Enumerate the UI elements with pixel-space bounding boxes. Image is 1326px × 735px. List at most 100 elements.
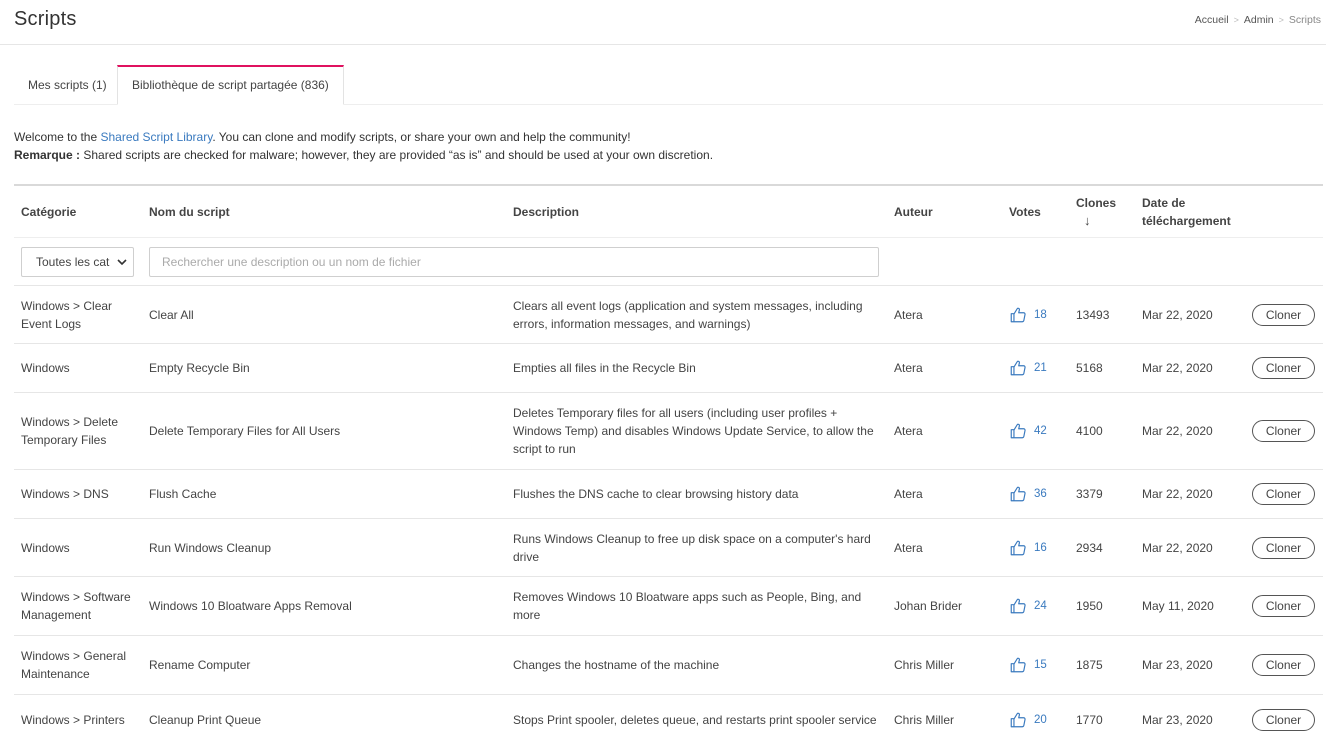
cell-date: Mar 22, 2020 — [1142, 424, 1213, 438]
vote-count: 36 — [1034, 488, 1047, 500]
intro-text: Welcome to the Shared Script Library. Yo… — [14, 128, 713, 164]
vote-count: 15 — [1034, 659, 1047, 671]
breadcrumb-home[interactable]: Accueil — [1195, 14, 1229, 26]
tab-my-scripts[interactable]: Mes scripts (1) — [14, 65, 121, 105]
table-row: Windows > Software Management Windows 10 … — [14, 577, 1323, 636]
intro-welcome-post: . You can clone and modify scripts, or s… — [212, 130, 631, 144]
vote-button[interactable]: 20 — [1009, 711, 1047, 729]
header-category[interactable]: Catégorie — [21, 205, 76, 219]
clone-cell: Cloner — [1252, 357, 1315, 379]
cell-clones: 13493 — [1076, 307, 1110, 322]
vote-count: 21 — [1034, 362, 1047, 374]
sort-arrow-icon: ↓ — [1084, 213, 1091, 228]
table-row: Windows Empty Recycle Bin Empties all file… — [14, 344, 1323, 393]
thumbs-up-icon — [1010, 486, 1026, 502]
clone-button[interactable]: Cloner — [1252, 420, 1315, 442]
vote-button[interactable]: 36 — [1009, 485, 1047, 503]
cell-date: Mar 23, 2020 — [1142, 658, 1213, 672]
cell-author: Chris Miller — [894, 658, 954, 672]
cell-author: Atera — [894, 424, 923, 438]
vote-button[interactable]: 16 — [1009, 539, 1047, 557]
cell-script-name: Empty Recycle Bin — [149, 361, 250, 375]
thumbs-up-icon — [1010, 540, 1026, 555]
cell-category: Windows > Printers — [21, 712, 125, 727]
cell-date: Mar 22, 2020 — [1142, 307, 1213, 322]
cell-author: Chris Miller — [894, 712, 954, 727]
vote-button[interactable]: 24 — [1009, 597, 1047, 615]
cell-category: Windows > General Maintenance — [21, 649, 127, 681]
tab-bar: Mes scripts (1) Bibliothèque de script p… — [14, 65, 1323, 105]
thumbs-up-icon — [1010, 360, 1026, 376]
breadcrumb-separator-icon: > — [1233, 15, 1239, 25]
intro-welcome-pre: Welcome to the — [14, 130, 101, 144]
category-filter-value: Toutes les cat — [36, 255, 110, 269]
header-name[interactable]: Nom du script — [149, 205, 230, 219]
header-author[interactable]: Auteur — [894, 205, 933, 219]
cell-date: Mar 23, 2020 — [1142, 712, 1213, 727]
clone-button[interactable]: Cloner — [1252, 303, 1315, 326]
intro-welcome: Welcome to the Shared Script Library. Yo… — [14, 128, 713, 146]
cell-script-name: Delete Temporary Files for All Users — [149, 424, 341, 438]
cell-date: May 11, 2020 — [1142, 599, 1214, 613]
cell-clones: 4100 — [1076, 424, 1103, 438]
category-filter-select[interactable]: Toutes les cat — [21, 247, 134, 277]
cell-description: Empties all files in the Recycle Bin — [513, 361, 696, 375]
cell-date: Mar 22, 2020 — [1142, 540, 1213, 555]
cell-clones: 1875 — [1076, 658, 1103, 672]
breadcrumb-separator-icon: > — [1278, 15, 1284, 25]
cell-date: Mar 22, 2020 — [1142, 487, 1213, 501]
table-body: Windows > Clear Event Logs Clear All Clear… — [14, 286, 1323, 735]
clone-button[interactable]: Cloner — [1252, 536, 1315, 559]
vote-button[interactable]: 15 — [1009, 656, 1047, 674]
table-row: Windows > Printers Cleanup Print Queue Sto… — [14, 695, 1323, 735]
cell-description: Clears all event logs (application and s… — [513, 298, 863, 331]
table-row: Windows > Delete Temporary Files Delete T… — [14, 393, 1323, 470]
cell-author: Atera — [894, 307, 923, 322]
filter-row: Toutes les cat — [14, 238, 1323, 286]
table-row: Windows > DNS Flush Cache Flushes the DNS … — [14, 470, 1323, 519]
clone-cell: Cloner — [1252, 595, 1315, 617]
clone-button[interactable]: Cloner — [1252, 357, 1315, 379]
vote-button[interactable]: 42 — [1009, 422, 1047, 440]
search-input[interactable] — [149, 247, 879, 277]
vote-count: 20 — [1034, 713, 1047, 726]
cell-script-name: Windows 10 Bloatware Apps Removal — [149, 599, 352, 613]
vote-count: 42 — [1034, 425, 1047, 437]
tab-shared-library[interactable]: Bibliothèque de script partagée (836) — [117, 65, 344, 105]
cell-category: Windows > Software Management — [21, 590, 131, 622]
header-votes[interactable]: Votes — [1009, 205, 1041, 219]
clone-button[interactable]: Cloner — [1252, 654, 1315, 676]
cell-description: Runs Windows Cleanup to free up disk spa… — [513, 531, 871, 564]
cell-script-name: Clear All — [149, 307, 194, 322]
chevron-down-icon — [117, 259, 127, 266]
cell-description: Removes Windows 10 Bloatware apps such a… — [513, 590, 862, 622]
scripts-table: Catégorie Nom du script Description Aute… — [14, 184, 1323, 735]
header-date-line1[interactable]: Date de — [1142, 196, 1185, 210]
breadcrumb-current: Scripts — [1288, 14, 1321, 26]
breadcrumb-admin[interactable]: Admin — [1244, 14, 1274, 26]
cell-author: Johan Brider — [894, 599, 963, 613]
clone-cell: Cloner — [1252, 536, 1315, 559]
cell-author: Atera — [894, 540, 923, 555]
header-description[interactable]: Description — [513, 205, 579, 219]
cell-description: Stops Print spooler, deletes queue, and … — [513, 712, 877, 727]
vote-button[interactable]: 18 — [1009, 306, 1047, 324]
table-row: Windows Run Windows Cleanup Runs Windows C… — [14, 519, 1323, 577]
cell-script-name: Flush Cache — [149, 487, 217, 501]
vote-button[interactable]: 21 — [1009, 359, 1047, 377]
clone-button[interactable]: Cloner — [1252, 595, 1315, 617]
shared-library-link[interactable]: Shared Script Library — [100, 130, 212, 144]
clone-button[interactable]: Cloner — [1252, 708, 1315, 731]
cell-category: Windows — [21, 361, 70, 375]
header-clones[interactable]: Clones — [1076, 196, 1116, 210]
breadcrumb: Accueil > Admin > Scripts — [1195, 14, 1321, 26]
table-row: Windows > Clear Event Logs Clear All Clear… — [14, 286, 1323, 344]
cell-category: Windows > DNS — [21, 487, 109, 501]
cell-script-name: Cleanup Print Queue — [149, 712, 262, 727]
header-date-line2[interactable]: téléchargement — [1142, 214, 1231, 228]
cell-clones: 1770 — [1076, 712, 1103, 727]
cell-description: Changes the hostname of the machine — [513, 658, 720, 672]
clone-button[interactable]: Cloner — [1252, 483, 1315, 505]
cell-clones: 5168 — [1076, 361, 1103, 375]
note-label: Remarque : — [14, 148, 81, 162]
